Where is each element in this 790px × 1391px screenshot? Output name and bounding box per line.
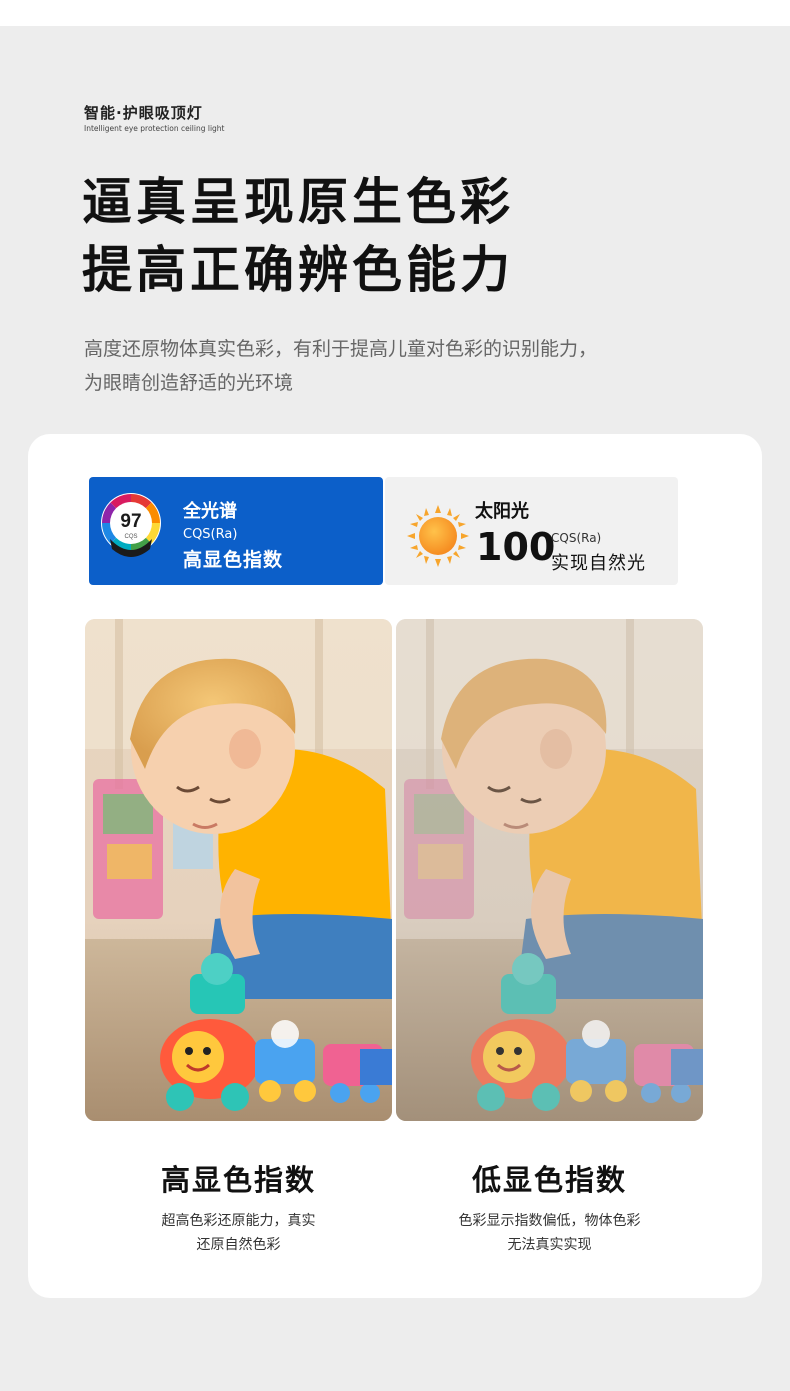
description-line-1: 高度还原物体真实色彩，有利于提高儿童对色彩的识别能力， xyxy=(84,338,598,360)
cqs-label-right: CQS(Ra) xyxy=(551,531,602,545)
comparison-card: 97 CQS 全光谱 CQS(Ra) 高显色指数 太阳光 100 CQS(Ra)… xyxy=(28,434,762,1298)
sunlight-panel: 太阳光 100 CQS(Ra) 实现自然光 xyxy=(385,477,678,585)
brand-subtitle-en: Intelligent eye protection ceiling light xyxy=(84,124,225,133)
high-cri-title: 高显色指数 xyxy=(160,1163,316,1197)
high-cri-label: 高显色指数 xyxy=(183,549,284,571)
description-line-2: 为眼睛创造舒适的光环境 xyxy=(84,372,294,394)
badge-label: CQS xyxy=(124,534,137,540)
cqs-badge-icon: 97 CQS xyxy=(98,491,164,563)
full-spectrum-panel: 97 CQS 全光谱 CQS(Ra) 高显色指数 xyxy=(89,477,383,585)
high-cri-photo xyxy=(85,619,392,1121)
full-spectrum-title: 全光谱 xyxy=(183,501,237,522)
cqs-label-left: CQS(Ra) xyxy=(183,527,238,542)
sun-icon xyxy=(407,505,469,567)
cri-value: 100 xyxy=(476,525,556,569)
headline-line-1: 逼真呈现原生色彩 xyxy=(82,173,514,231)
sunlight-title: 太阳光 xyxy=(475,501,529,522)
badge-value: 97 xyxy=(120,511,141,532)
top-strip xyxy=(0,0,790,26)
low-cri-title: 低显色指数 xyxy=(471,1163,627,1197)
low-cri-desc-line-1: 色彩显示指数偏低，物体色彩 xyxy=(458,1213,641,1229)
headline-line-2: 提高正确辨色能力 xyxy=(82,241,514,299)
high-cri-desc-line-2: 还原自然色彩 xyxy=(196,1237,281,1253)
high-cri-desc-line-1: 超高色彩还原能力，真实 xyxy=(161,1213,316,1229)
natural-light-label: 实现自然光 xyxy=(551,553,646,574)
low-cri-photo xyxy=(396,619,703,1121)
low-cri-desc-line-2: 无法真实实现 xyxy=(507,1237,592,1253)
brand-title: 智能·护眼吸顶灯 xyxy=(84,104,203,122)
